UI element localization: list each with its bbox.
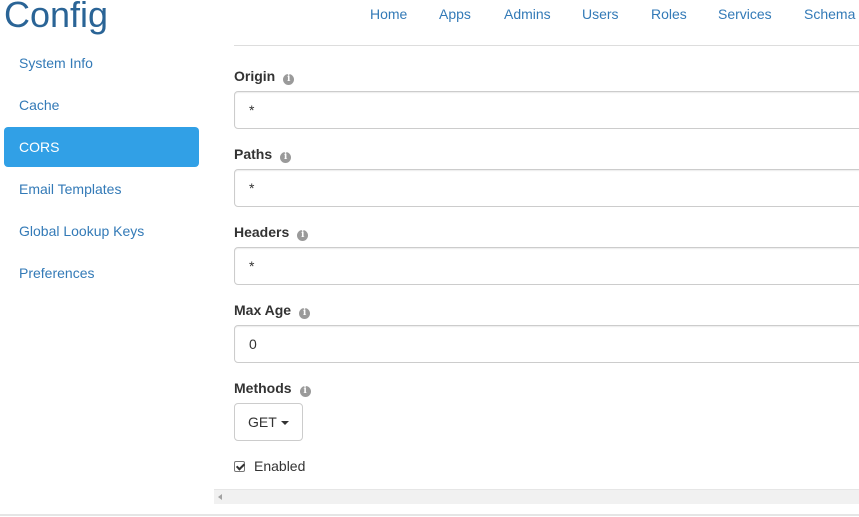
paths-label: Paths i <box>234 145 292 163</box>
sidebar-item-email-templates[interactable]: Email Templates <box>4 169 199 209</box>
origin-label: Origin i <box>234 67 295 85</box>
headers-label: Headers i <box>234 223 309 241</box>
top-navigation: Home Apps Admins Users Roles Services Sc… <box>0 0 859 30</box>
footer-divider <box>0 514 859 516</box>
origin-label-text: Origin <box>234 68 276 84</box>
paths-label-text: Paths <box>234 146 273 162</box>
sidebar-item-preferences[interactable]: Preferences <box>4 253 199 293</box>
sidebar-item-cache[interactable]: Cache <box>4 85 199 125</box>
max-age-input[interactable] <box>234 325 859 363</box>
methods-info-icon[interactable]: i <box>299 386 311 397</box>
headers-info-icon[interactable]: i <box>297 230 309 241</box>
nav-link-services[interactable]: Services <box>718 5 772 23</box>
nav-link-users[interactable]: Users <box>582 5 619 23</box>
nav-link-schema[interactable]: Schema <box>804 5 855 23</box>
methods-selected-value: GET <box>248 414 277 430</box>
sidebar-item-cors[interactable]: CORS <box>4 127 199 167</box>
enabled-checkbox[interactable] <box>234 460 245 472</box>
caret-down-icon <box>280 421 289 426</box>
nav-link-roles[interactable]: Roles <box>651 5 687 23</box>
origin-input[interactable] <box>234 91 859 129</box>
scroll-left-arrow-icon[interactable] <box>218 494 222 500</box>
nav-link-apps[interactable]: Apps <box>439 5 471 23</box>
headers-input[interactable] <box>234 247 859 285</box>
paths-info-icon[interactable]: i <box>280 152 292 163</box>
enabled-label: Enabled <box>254 458 306 474</box>
enabled-checkbox-row[interactable]: Enabled <box>234 457 305 475</box>
sidebar-item-system-info[interactable]: System Info <box>4 43 199 83</box>
nav-link-home[interactable]: Home <box>370 5 407 23</box>
max-age-label-text: Max Age <box>234 302 292 318</box>
methods-dropdown-button[interactable]: GET <box>234 403 303 441</box>
content-divider <box>234 45 859 46</box>
sidebar-item-global-lookup-keys[interactable]: Global Lookup Keys <box>4 211 199 251</box>
methods-label-text: Methods <box>234 380 292 396</box>
paths-input[interactable] <box>234 169 859 207</box>
sidebar: System Info Cache CORS Email Templates G… <box>4 43 199 295</box>
max-age-label: Max Age i <box>234 301 311 319</box>
max-age-info-icon[interactable]: i <box>299 308 311 319</box>
methods-label: Methods i <box>234 379 311 397</box>
horizontal-scrollbar[interactable] <box>214 489 859 504</box>
origin-info-icon[interactable]: i <box>283 74 295 85</box>
nav-link-admins[interactable]: Admins <box>504 5 551 23</box>
headers-label-text: Headers <box>234 224 290 240</box>
